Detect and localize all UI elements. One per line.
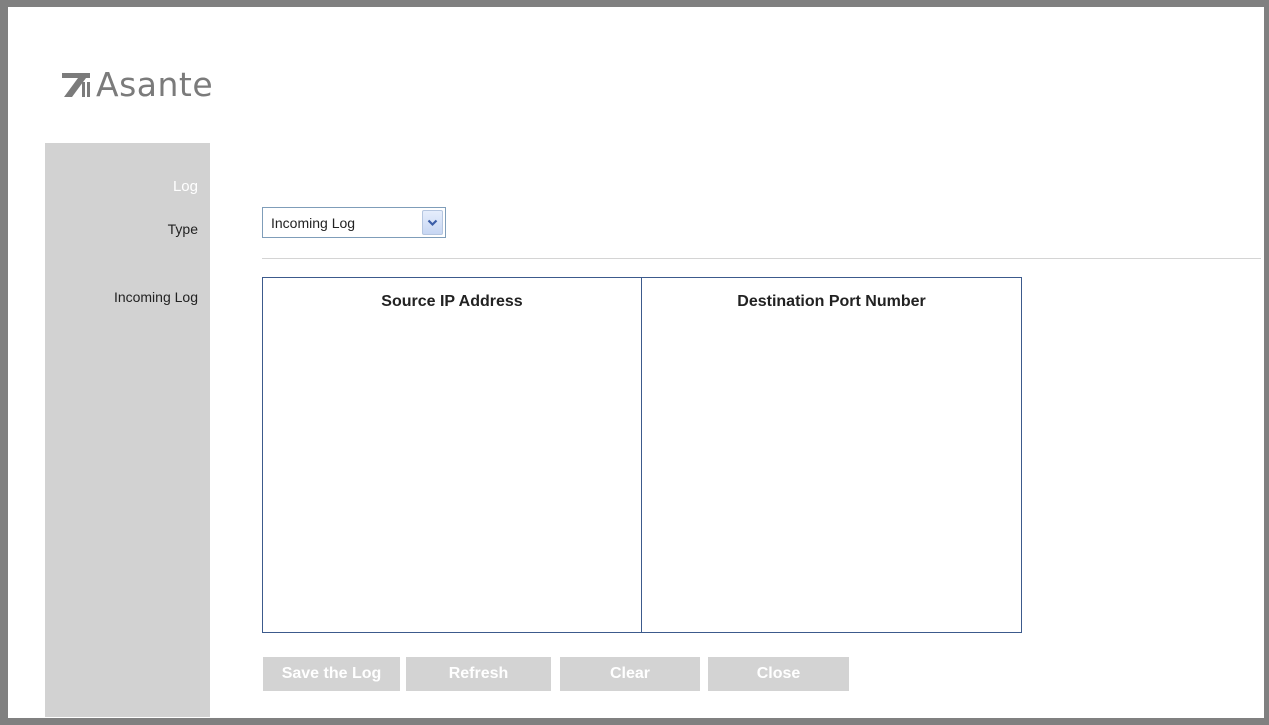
window-frame: Asante Log Type Incoming Log Incoming Lo… xyxy=(0,0,1269,725)
clear-button[interactable]: Clear xyxy=(560,657,700,691)
asante-logo-icon xyxy=(62,73,90,97)
incoming-log-label: Incoming Log xyxy=(113,289,198,305)
divider xyxy=(262,258,1261,259)
asante-logo: Asante xyxy=(62,62,213,106)
log-type-select[interactable]: Incoming Log xyxy=(262,207,446,238)
log-type-selected-value: Incoming Log xyxy=(271,215,356,231)
chevron-down-icon[interactable] xyxy=(422,210,443,235)
column-header-destination-port: Destination Port Number xyxy=(737,293,926,310)
type-label: Type xyxy=(167,221,198,237)
save-log-button[interactable]: Save the Log xyxy=(263,657,400,691)
brand-name: Asante xyxy=(96,64,214,104)
sidebar-heading: Log xyxy=(172,178,198,195)
incoming-log-table: Source IP Address Destination Port Numbe… xyxy=(262,277,1022,633)
destination-port-column: Destination Port Number xyxy=(642,278,1021,632)
close-button[interactable]: Close xyxy=(708,657,849,691)
sidebar: Log Type Incoming Log xyxy=(45,143,210,717)
source-ip-column: Source IP Address xyxy=(263,278,642,632)
column-header-source-ip: Source IP Address xyxy=(381,293,523,310)
refresh-button[interactable]: Refresh xyxy=(406,657,551,691)
